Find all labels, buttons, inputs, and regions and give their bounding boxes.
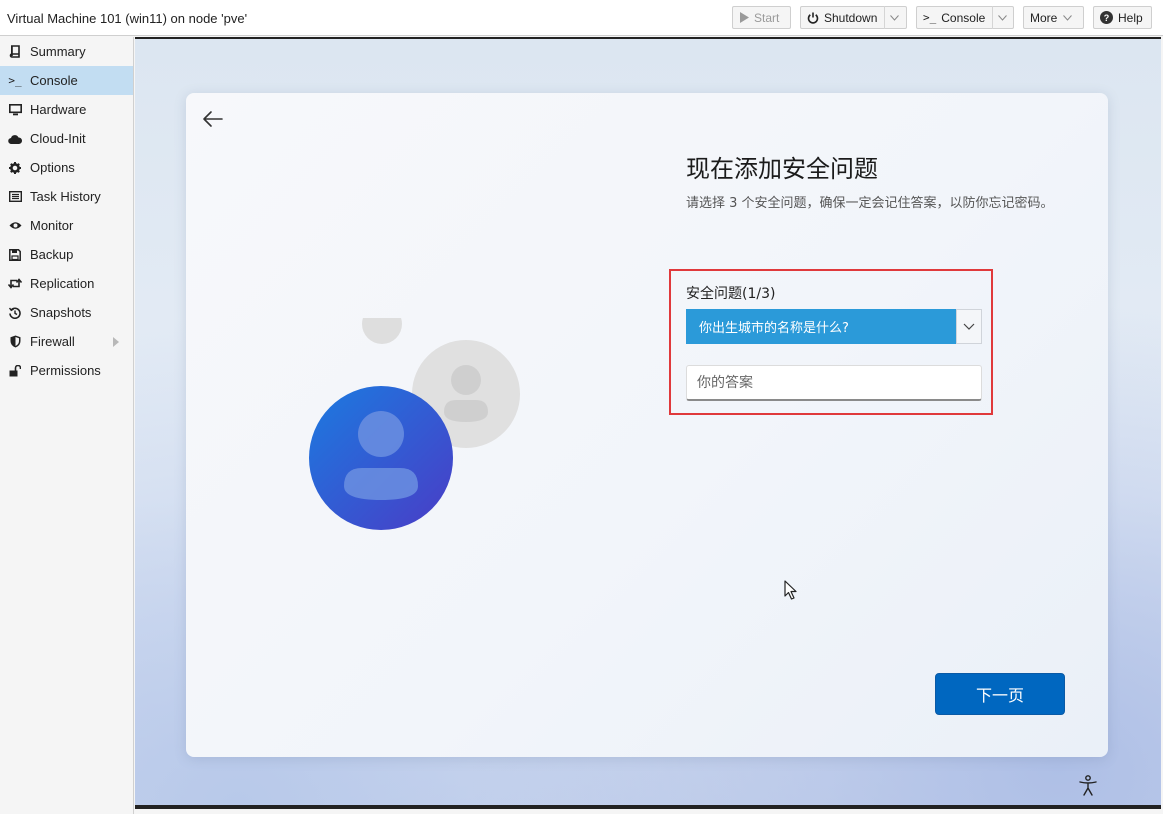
sidebar-item-backup[interactable]: Backup bbox=[0, 240, 133, 269]
mouse-cursor-icon bbox=[784, 580, 797, 600]
page-description: 请选择 3 个安全问题，确保一定会记住答案，以防你忘记密码。 bbox=[686, 196, 1054, 211]
sidebar-item-label: Firewall bbox=[30, 334, 75, 349]
sidebar-item-label: Hardware bbox=[30, 102, 87, 117]
oobe-setup-card: 现在添加安全问题 请选择 3 个安全问题，确保一定会记住答案，以防你忘记密码。 … bbox=[186, 93, 1108, 757]
sidebar-item-summary[interactable]: Summary bbox=[0, 37, 133, 66]
sidebar-item-label: Monitor bbox=[30, 218, 74, 233]
sidebar-item-firewall[interactable]: Firewall bbox=[0, 327, 133, 356]
eye-icon bbox=[8, 219, 22, 233]
accessibility-icon[interactable] bbox=[1078, 775, 1098, 797]
sidebar-item-replication[interactable]: Replication bbox=[0, 269, 133, 298]
highlight-annotation-box bbox=[669, 269, 993, 415]
page-title: 现在添加安全问题 bbox=[686, 155, 878, 183]
user-accounts-illustration bbox=[309, 318, 520, 530]
unlock-icon bbox=[8, 364, 22, 378]
sidebar: Summary >_ Console Hardware Cloud-Init O… bbox=[0, 37, 134, 814]
floppy-icon bbox=[8, 248, 22, 262]
terminal-icon: >_ bbox=[8, 74, 22, 87]
top-bar: Virtual Machine 101 (win11) on node 'pve… bbox=[0, 0, 1163, 36]
history-icon bbox=[8, 306, 22, 320]
sidebar-item-console[interactable]: >_ Console bbox=[0, 66, 133, 95]
power-icon bbox=[807, 12, 819, 24]
terminal-icon: >_ bbox=[923, 11, 937, 24]
sidebar-item-label: Options bbox=[30, 160, 75, 175]
retweet-icon bbox=[8, 277, 22, 291]
more-label: More bbox=[1030, 10, 1058, 25]
list-icon bbox=[8, 190, 22, 204]
svg-text:?: ? bbox=[1104, 13, 1110, 23]
start-button[interactable]: Start bbox=[732, 6, 791, 29]
sidebar-item-permissions[interactable]: Permissions bbox=[0, 356, 133, 385]
console-button[interactable]: >_ Console bbox=[916, 6, 1014, 29]
chevron-down-icon bbox=[1063, 14, 1073, 21]
shutdown-button[interactable]: Shutdown bbox=[800, 6, 907, 29]
start-label: Start bbox=[754, 10, 780, 25]
help-label: Help bbox=[1118, 10, 1143, 25]
more-button[interactable]: More bbox=[1023, 6, 1084, 29]
cloud-icon bbox=[8, 132, 22, 146]
window-title: Virtual Machine 101 (win11) on node 'pve… bbox=[7, 11, 248, 26]
sidebar-item-label: Snapshots bbox=[30, 305, 92, 320]
console-label: Console bbox=[941, 10, 986, 25]
help-button[interactable]: ? Help bbox=[1093, 6, 1152, 29]
sidebar-item-monitor[interactable]: Monitor bbox=[0, 211, 133, 240]
sidebar-item-label: Backup bbox=[30, 247, 74, 262]
sidebar-item-label: Replication bbox=[30, 276, 95, 291]
sidebar-item-label: Permissions bbox=[30, 363, 101, 378]
sidebar-item-cloud-init[interactable]: Cloud-Init bbox=[0, 124, 133, 153]
sidebar-item-task-history[interactable]: Task History bbox=[0, 182, 133, 211]
sidebar-item-hardware[interactable]: Hardware bbox=[0, 95, 133, 124]
shutdown-label: Shutdown bbox=[824, 10, 878, 25]
expand-arrow-icon[interactable] bbox=[113, 337, 119, 347]
sidebar-item-label: Cloud-Init bbox=[30, 131, 86, 146]
sidebar-item-label: Task History bbox=[30, 189, 101, 204]
vm-console-screen[interactable]: 现在添加安全问题 请选择 3 个安全问题，确保一定会记住答案，以防你忘记密码。 … bbox=[135, 37, 1161, 809]
gear-icon bbox=[8, 161, 22, 175]
next-button[interactable]: 下一页 bbox=[935, 673, 1065, 715]
shutdown-menu-chevron-icon[interactable] bbox=[884, 6, 900, 29]
sidebar-item-options[interactable]: Options bbox=[0, 153, 133, 182]
book-icon bbox=[8, 45, 22, 59]
monitor-icon bbox=[8, 103, 22, 117]
sidebar-item-label: Summary bbox=[30, 44, 86, 59]
shield-icon bbox=[8, 335, 22, 349]
back-arrow-icon[interactable] bbox=[201, 107, 225, 131]
play-icon bbox=[739, 12, 749, 23]
sidebar-item-snapshots[interactable]: Snapshots bbox=[0, 298, 133, 327]
console-menu-chevron-icon[interactable] bbox=[992, 6, 1008, 29]
sidebar-item-label: Console bbox=[30, 73, 78, 88]
help-icon: ? bbox=[1100, 11, 1113, 24]
